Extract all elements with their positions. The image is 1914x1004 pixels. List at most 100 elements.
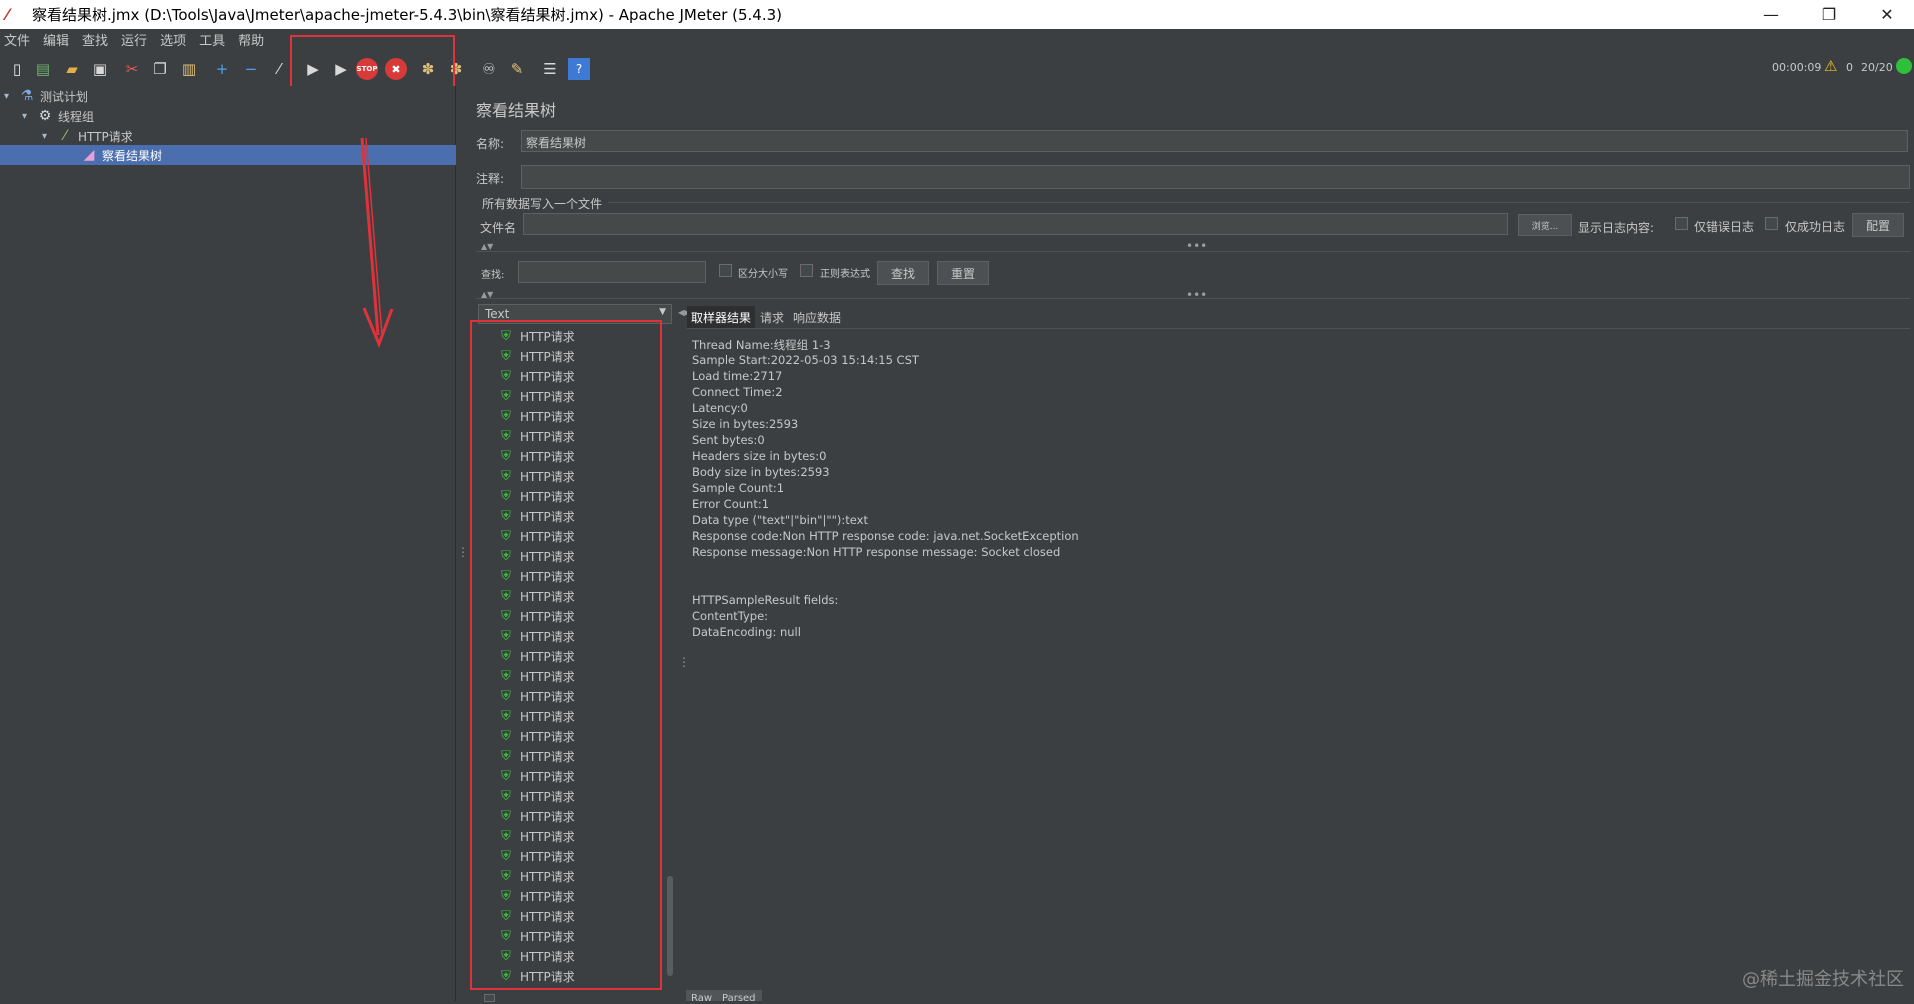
sampler-result-line: Sample Count:1 bbox=[692, 481, 784, 495]
sampler-result-line: ContentType: bbox=[692, 609, 768, 623]
menu-help[interactable]: 帮助 bbox=[238, 30, 264, 49]
regex-label: 正则表达式 bbox=[820, 265, 870, 280]
filename-input[interactable] bbox=[523, 213, 1508, 235]
success-only-checkbox[interactable] bbox=[1765, 217, 1778, 230]
tree-item-label: 察看结果树 bbox=[102, 147, 162, 164]
warning-icon[interactable]: ⚠ bbox=[1824, 57, 1837, 75]
minimize-button[interactable]: — bbox=[1742, 0, 1800, 29]
vertical-splitter-handle[interactable]: ⋮ bbox=[457, 545, 469, 559]
search-input[interactable] bbox=[518, 261, 706, 283]
sampler-result-line: Error Count:1 bbox=[692, 497, 769, 511]
menu-edit[interactable]: 编辑 bbox=[43, 30, 69, 49]
warning-count: 0 bbox=[1846, 61, 1853, 74]
sampler-result-line: Body size in bytes:2593 bbox=[692, 465, 830, 479]
menu-tools[interactable]: 工具 bbox=[199, 30, 225, 49]
splitter-line bbox=[476, 298, 1910, 299]
filename-label: 文件名 bbox=[480, 219, 516, 236]
elapsed-time: 00:00:09 bbox=[1772, 61, 1821, 74]
tab-parsed[interactable]: Parsed bbox=[722, 993, 756, 1004]
comment-input[interactable] bbox=[521, 165, 1910, 189]
sampler-result-line: Sample Start:2022-05-03 15:14:15 CST bbox=[692, 353, 919, 367]
errors-only-label: 仅错误日志 bbox=[1694, 218, 1754, 235]
window-title: 察看结果树.jmx (D:\Tools\Java\Jmeter\apache-j… bbox=[32, 4, 782, 25]
annotation-arrow bbox=[340, 135, 400, 350]
menu-search[interactable]: 查找 bbox=[82, 30, 108, 49]
toggle-icon[interactable]: ⁄ bbox=[268, 58, 290, 80]
paste-icon[interactable]: ▥ bbox=[178, 58, 200, 80]
panel-title: 察看结果树 bbox=[476, 97, 556, 121]
sampler-result-line: Size in bytes:2593 bbox=[692, 417, 798, 431]
browse-button[interactable]: 浏览... bbox=[1518, 214, 1572, 236]
sampler-result-line: Load time:2717 bbox=[692, 369, 782, 383]
function-helper-icon[interactable]: ☰ bbox=[539, 58, 561, 80]
search-binoculars-icon[interactable]: ♾ bbox=[478, 58, 500, 80]
sampler-result-line: Thread Name:线程组 1-3 bbox=[692, 337, 831, 353]
tree-item-http-request[interactable]: ▾ ⁄ HTTP请求 bbox=[42, 126, 133, 146]
results-scrollbar-thumb[interactable] bbox=[667, 876, 673, 976]
menu-options[interactable]: 选项 bbox=[160, 30, 186, 49]
help-icon[interactable]: ? bbox=[568, 58, 590, 80]
configure-button[interactable]: 配置 bbox=[1852, 213, 1904, 237]
collapse-icon[interactable]: − bbox=[240, 58, 262, 80]
copy-icon[interactable]: ❐ bbox=[149, 58, 171, 80]
jmeter-feather-icon: ⁄ bbox=[6, 6, 24, 24]
find-button[interactable]: 查找 bbox=[877, 261, 929, 285]
tree-item-view-results-tree[interactable]: ◢ 察看结果树 bbox=[80, 145, 162, 165]
write-all-to-file-label: 所有数据写入一个文件 bbox=[482, 195, 602, 212]
tab-sampler-result[interactable]: 取样器结果 bbox=[687, 306, 755, 328]
horizontal-splitter-handle[interactable]: ••• bbox=[1186, 288, 1207, 302]
case-sensitive-label: 区分大小写 bbox=[738, 265, 788, 280]
new-icon[interactable]: ▯ bbox=[6, 58, 28, 80]
menu-file[interactable]: 文件 bbox=[4, 30, 30, 49]
test-plan-icon: ⚗ bbox=[18, 87, 36, 105]
reset-button[interactable]: 重置 bbox=[937, 261, 989, 285]
name-label: 名称: bbox=[476, 135, 504, 152]
splitter-line bbox=[476, 251, 1910, 252]
open-icon[interactable]: ▰ bbox=[61, 58, 83, 80]
close-button[interactable]: ✕ bbox=[1858, 0, 1914, 29]
chevron-down-icon[interactable]: ▾ bbox=[4, 91, 18, 102]
chevron-down-icon[interactable]: ▼ bbox=[659, 307, 666, 317]
status-indicator-icon bbox=[1896, 58, 1912, 74]
menu-run[interactable]: 运行 bbox=[121, 30, 147, 49]
toolbar: ▯ ▤ ▰ ▣ ✂ ❐ ▥ + − ⁄ ▶ ▶ STOP ✖ ✽ ✽ ♾ ✎ ☰… bbox=[0, 49, 1914, 86]
renderer-selected-value: Text bbox=[485, 307, 509, 321]
cut-icon[interactable]: ✂ bbox=[121, 58, 143, 80]
name-input[interactable]: 察看结果树 bbox=[521, 130, 1908, 152]
save-icon[interactable]: ▣ bbox=[89, 58, 111, 80]
tree-item-label: 测试计划 bbox=[40, 88, 88, 105]
tab-response-data[interactable]: 响应数据 bbox=[789, 306, 845, 328]
restore-button[interactable]: ❐ bbox=[1800, 0, 1858, 29]
tree-item-test-plan[interactable]: ▾ ⚗ 测试计划 bbox=[4, 86, 88, 106]
tree-item-label: HTTP请求 bbox=[78, 128, 133, 145]
tab-request[interactable]: 请求 bbox=[756, 306, 788, 328]
search-label: 查找: bbox=[481, 266, 504, 281]
comment-label: 注释: bbox=[476, 170, 504, 187]
sampler-result-line: Data type ("text"|"bin"|""):text bbox=[692, 513, 868, 527]
case-sensitive-checkbox[interactable] bbox=[719, 264, 732, 277]
tree-item-thread-group[interactable]: ▾ ⚙ 线程组 bbox=[22, 106, 94, 126]
sampler-result-line: DataEncoding: null bbox=[692, 625, 801, 639]
sampler-result-line: Latency:0 bbox=[692, 401, 748, 415]
expand-icon[interactable]: + bbox=[211, 58, 233, 80]
results-splitter-handle[interactable]: ⋮ bbox=[678, 655, 690, 669]
templates-icon[interactable]: ▤ bbox=[32, 58, 54, 80]
groupbox-border bbox=[608, 202, 1910, 203]
collapse-arrows-icon[interactable]: ▲▼ bbox=[481, 242, 493, 251]
reset-search-icon[interactable]: ✎ bbox=[506, 58, 528, 80]
watermark: @稀土掘金技术社区 bbox=[1742, 965, 1904, 991]
chevron-down-icon[interactable]: ▾ bbox=[22, 111, 36, 122]
success-only-label: 仅成功日志 bbox=[1785, 218, 1845, 235]
chevron-down-icon[interactable]: ▾ bbox=[42, 131, 56, 142]
menu-bar: 文件 编辑 查找 运行 选项 工具 帮助 bbox=[0, 29, 1914, 49]
sampler-result-line: Headers size in bytes:0 bbox=[692, 449, 827, 463]
tab-raw[interactable]: Raw bbox=[691, 993, 712, 1004]
pipette-icon: ⁄ bbox=[56, 127, 74, 145]
gear-icon: ⚙ bbox=[36, 107, 54, 125]
tree-item-label: 线程组 bbox=[58, 108, 94, 125]
errors-only-checkbox[interactable] bbox=[1675, 217, 1688, 230]
sampler-result-line: HTTPSampleResult fields: bbox=[692, 593, 838, 607]
sampler-result-line: Response code:Non HTTP response code: ja… bbox=[692, 529, 1079, 543]
sampler-result-line: Response message:Non HTTP response messa… bbox=[692, 545, 1060, 559]
regex-checkbox[interactable] bbox=[800, 264, 813, 277]
